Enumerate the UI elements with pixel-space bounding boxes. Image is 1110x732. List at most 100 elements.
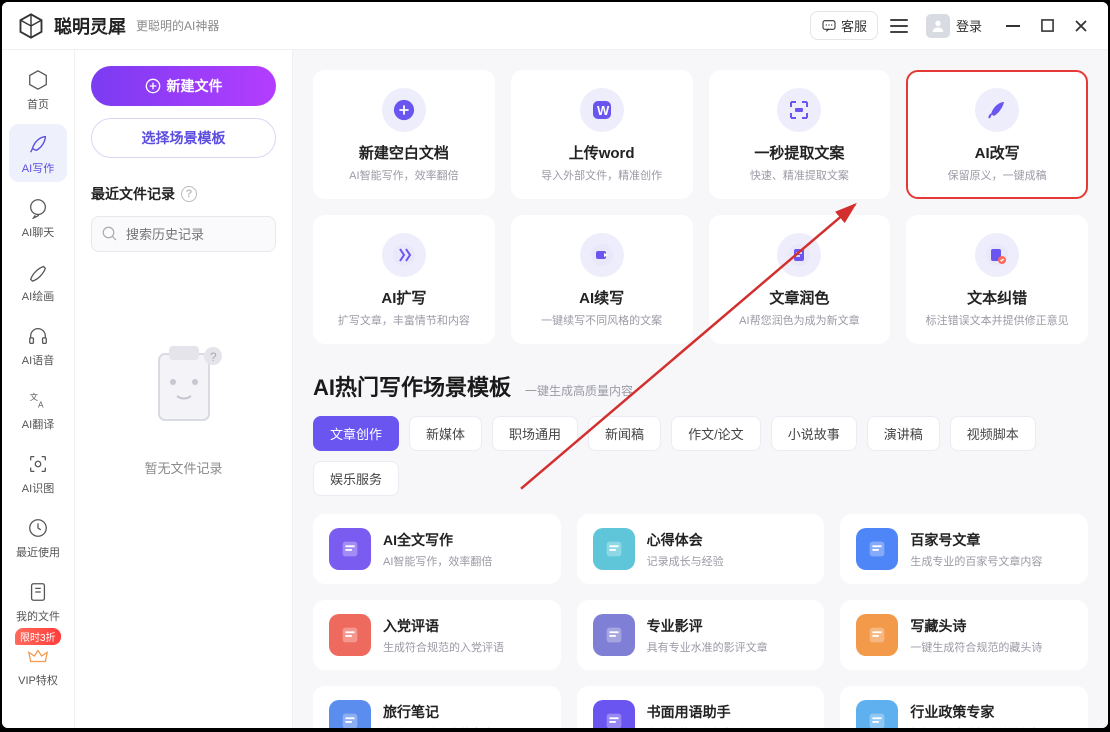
feather-icon bbox=[26, 132, 50, 156]
app-logo-icon bbox=[16, 11, 46, 41]
tab-speech[interactable]: 演讲稿 bbox=[867, 416, 940, 451]
sidebar-item-my-files[interactable]: 我的文件 bbox=[9, 572, 67, 630]
card-new-blank-doc[interactable]: 新建空白文档 AI智能写作，效率翻倍 bbox=[313, 70, 495, 199]
titlebar: 聪明灵犀 更聪明的AI神器 客服 登录 bbox=[2, 2, 1108, 50]
template-title: 旅行笔记 bbox=[383, 702, 493, 722]
section-subtitle: 一键生成高质量内容 bbox=[525, 382, 633, 399]
crown-icon bbox=[26, 644, 50, 668]
sidebar-item-ai-writing[interactable]: AI写作 bbox=[9, 124, 67, 182]
card-ai-continue[interactable]: AI续写 一键续写不同风格的文案 bbox=[511, 215, 693, 344]
template-desc: 高效记录旅行中的点滴 bbox=[383, 725, 493, 729]
tab-video-script[interactable]: 视频脚本 bbox=[950, 416, 1036, 451]
choose-template-button[interactable]: 选择场景模板 bbox=[91, 118, 276, 158]
template-desc: 生成符合规范的入党评语 bbox=[383, 639, 504, 655]
template-card-1[interactable]: 心得体会 记录成长与经验 bbox=[577, 514, 825, 584]
template-desc: AI智能写作，效率翻倍 bbox=[383, 553, 492, 569]
discount-badge: 限时3折 bbox=[15, 628, 61, 645]
extract-icon bbox=[777, 88, 821, 132]
template-title: 心得体会 bbox=[647, 530, 724, 550]
template-card-6[interactable]: 旅行笔记 高效记录旅行中的点滴 bbox=[313, 686, 561, 728]
recent-files-header: 最近文件记录 ? bbox=[91, 184, 276, 204]
plus-icon bbox=[382, 88, 426, 132]
template-icon bbox=[593, 528, 635, 570]
word-icon: W bbox=[580, 88, 624, 132]
card-ai-rewrite[interactable]: AI改写 保留原义，一键成稿 bbox=[906, 70, 1088, 199]
section-title: AI热门写作场景模板 bbox=[313, 370, 511, 402]
app-slogan: 更聪明的AI神器 bbox=[136, 17, 219, 34]
polish-icon bbox=[777, 233, 821, 277]
template-title: AI全文写作 bbox=[383, 530, 492, 550]
sidebar-item-ai-chat[interactable]: AI聊天 bbox=[9, 188, 67, 246]
quill-icon bbox=[975, 88, 1019, 132]
tab-workplace[interactable]: 职场通用 bbox=[492, 416, 578, 451]
sidebar-item-home[interactable]: 首页 bbox=[9, 60, 67, 118]
template-icon bbox=[856, 700, 898, 728]
chat-bubble-icon bbox=[26, 196, 50, 220]
chat-icon bbox=[821, 18, 837, 34]
tab-news[interactable]: 新闻稿 bbox=[588, 416, 661, 451]
template-icon bbox=[593, 614, 635, 656]
sidebar-item-recent[interactable]: 最近使用 bbox=[9, 508, 67, 566]
template-icon bbox=[856, 614, 898, 656]
clipboard-empty-icon: ? bbox=[129, 332, 239, 442]
template-card-4[interactable]: 专业影评 具有专业水准的影评文章 bbox=[577, 600, 825, 670]
template-card-0[interactable]: AI全文写作 AI智能写作，效率翻倍 bbox=[313, 514, 561, 584]
sidebar-item-vip[interactable]: 限时3折 VIP特权 bbox=[9, 636, 67, 694]
sidebar-item-ai-translate[interactable]: 文A AI翻译 bbox=[9, 380, 67, 438]
template-card-2[interactable]: 百家号文章 生成专业的百家号文章内容 bbox=[840, 514, 1088, 584]
customer-service-label: 客服 bbox=[841, 16, 867, 35]
template-card-3[interactable]: 入党评语 生成符合规范的入党评语 bbox=[313, 600, 561, 670]
tab-novel[interactable]: 小说故事 bbox=[771, 416, 857, 451]
sidebar: 首页 AI写作 AI聊天 AI绘画 AI语音 文A AI翻译 bbox=[2, 50, 75, 728]
template-title: 书面用语助手 bbox=[647, 702, 746, 722]
headphone-icon bbox=[26, 324, 50, 348]
template-icon bbox=[593, 700, 635, 728]
tab-new-media[interactable]: 新媒体 bbox=[409, 416, 482, 451]
template-title: 百家号文章 bbox=[910, 530, 1042, 550]
empty-state: ? 暂无文件记录 bbox=[91, 332, 276, 477]
customer-service-button[interactable]: 客服 bbox=[810, 11, 878, 40]
sidebar-item-ai-paint[interactable]: AI绘画 bbox=[9, 252, 67, 310]
svg-text:A: A bbox=[38, 400, 44, 409]
template-icon bbox=[329, 614, 371, 656]
plus-circle-icon bbox=[145, 78, 161, 94]
tab-entertainment[interactable]: 娱乐服务 bbox=[313, 461, 399, 496]
svg-text:W: W bbox=[597, 103, 610, 118]
card-upload-word[interactable]: W 上传word 导入外部文件，精准创作 bbox=[511, 70, 693, 199]
card-ai-expand[interactable]: AI扩写 扩写文章，丰富情节和内容 bbox=[313, 215, 495, 344]
file-icon bbox=[26, 580, 50, 604]
template-card-5[interactable]: 写藏头诗 一键生成符合规范的藏头诗 bbox=[840, 600, 1088, 670]
home-icon bbox=[26, 68, 50, 92]
app-window: 聪明灵犀 更聪明的AI神器 客服 登录 bbox=[2, 2, 1108, 728]
sidebar-item-ai-vision[interactable]: AI识图 bbox=[9, 444, 67, 502]
minimize-button[interactable] bbox=[1000, 13, 1026, 39]
template-desc: 根据行业名称提供政策框架 bbox=[910, 725, 1042, 729]
card-extract-copy[interactable]: 一秒提取文案 快速、精准提取文案 bbox=[709, 70, 891, 199]
login-button[interactable]: 登录 bbox=[926, 14, 982, 38]
sidebar-item-ai-voice[interactable]: AI语音 bbox=[9, 316, 67, 374]
section-header: AI热门写作场景模板 一键生成高质量内容 bbox=[313, 370, 1088, 402]
menu-button[interactable] bbox=[890, 14, 914, 38]
template-title: 专业影评 bbox=[647, 616, 768, 636]
tab-article[interactable]: 文章创作 bbox=[313, 416, 399, 451]
maximize-button[interactable] bbox=[1034, 13, 1060, 39]
template-title: 入党评语 bbox=[383, 616, 504, 636]
template-desc: 一键生成符合规范的藏头诗 bbox=[910, 639, 1042, 655]
card-polish[interactable]: 文章润色 AI帮您润色为成为新文章 bbox=[709, 215, 891, 344]
card-text-correct[interactable]: 文本纠错 标注错误文本并提供修正意见 bbox=[906, 215, 1088, 344]
template-title: 写藏头诗 bbox=[910, 616, 1042, 636]
new-file-button[interactable]: 新建文件 bbox=[91, 66, 276, 106]
tab-essay[interactable]: 作文/论文 bbox=[671, 416, 761, 451]
main-content: 新建空白文档 AI智能写作，效率翻倍 W 上传word 导入外部文件，精准创作 … bbox=[293, 50, 1108, 728]
template-icon bbox=[329, 528, 371, 570]
template-card-8[interactable]: 行业政策专家 根据行业名称提供政策框架 bbox=[840, 686, 1088, 728]
expand-icon bbox=[382, 233, 426, 277]
template-desc: 具有专业水准的影评文章 bbox=[647, 639, 768, 655]
svg-text:?: ? bbox=[210, 350, 217, 364]
left-panel: 新建文件 选择场景模板 最近文件记录 ? ? 暂无文件记录 bbox=[75, 50, 293, 728]
help-icon[interactable]: ? bbox=[181, 186, 197, 202]
template-tabs: 文章创作 新媒体 职场通用 新闻稿 作文/论文 小说故事 演讲稿 视频脚本 娱乐… bbox=[313, 416, 1088, 496]
template-desc: 生成专业的百家号文章内容 bbox=[910, 553, 1042, 569]
close-button[interactable] bbox=[1068, 13, 1094, 39]
template-card-7[interactable]: 书面用语助手 高效智能写作好帮手 bbox=[577, 686, 825, 728]
